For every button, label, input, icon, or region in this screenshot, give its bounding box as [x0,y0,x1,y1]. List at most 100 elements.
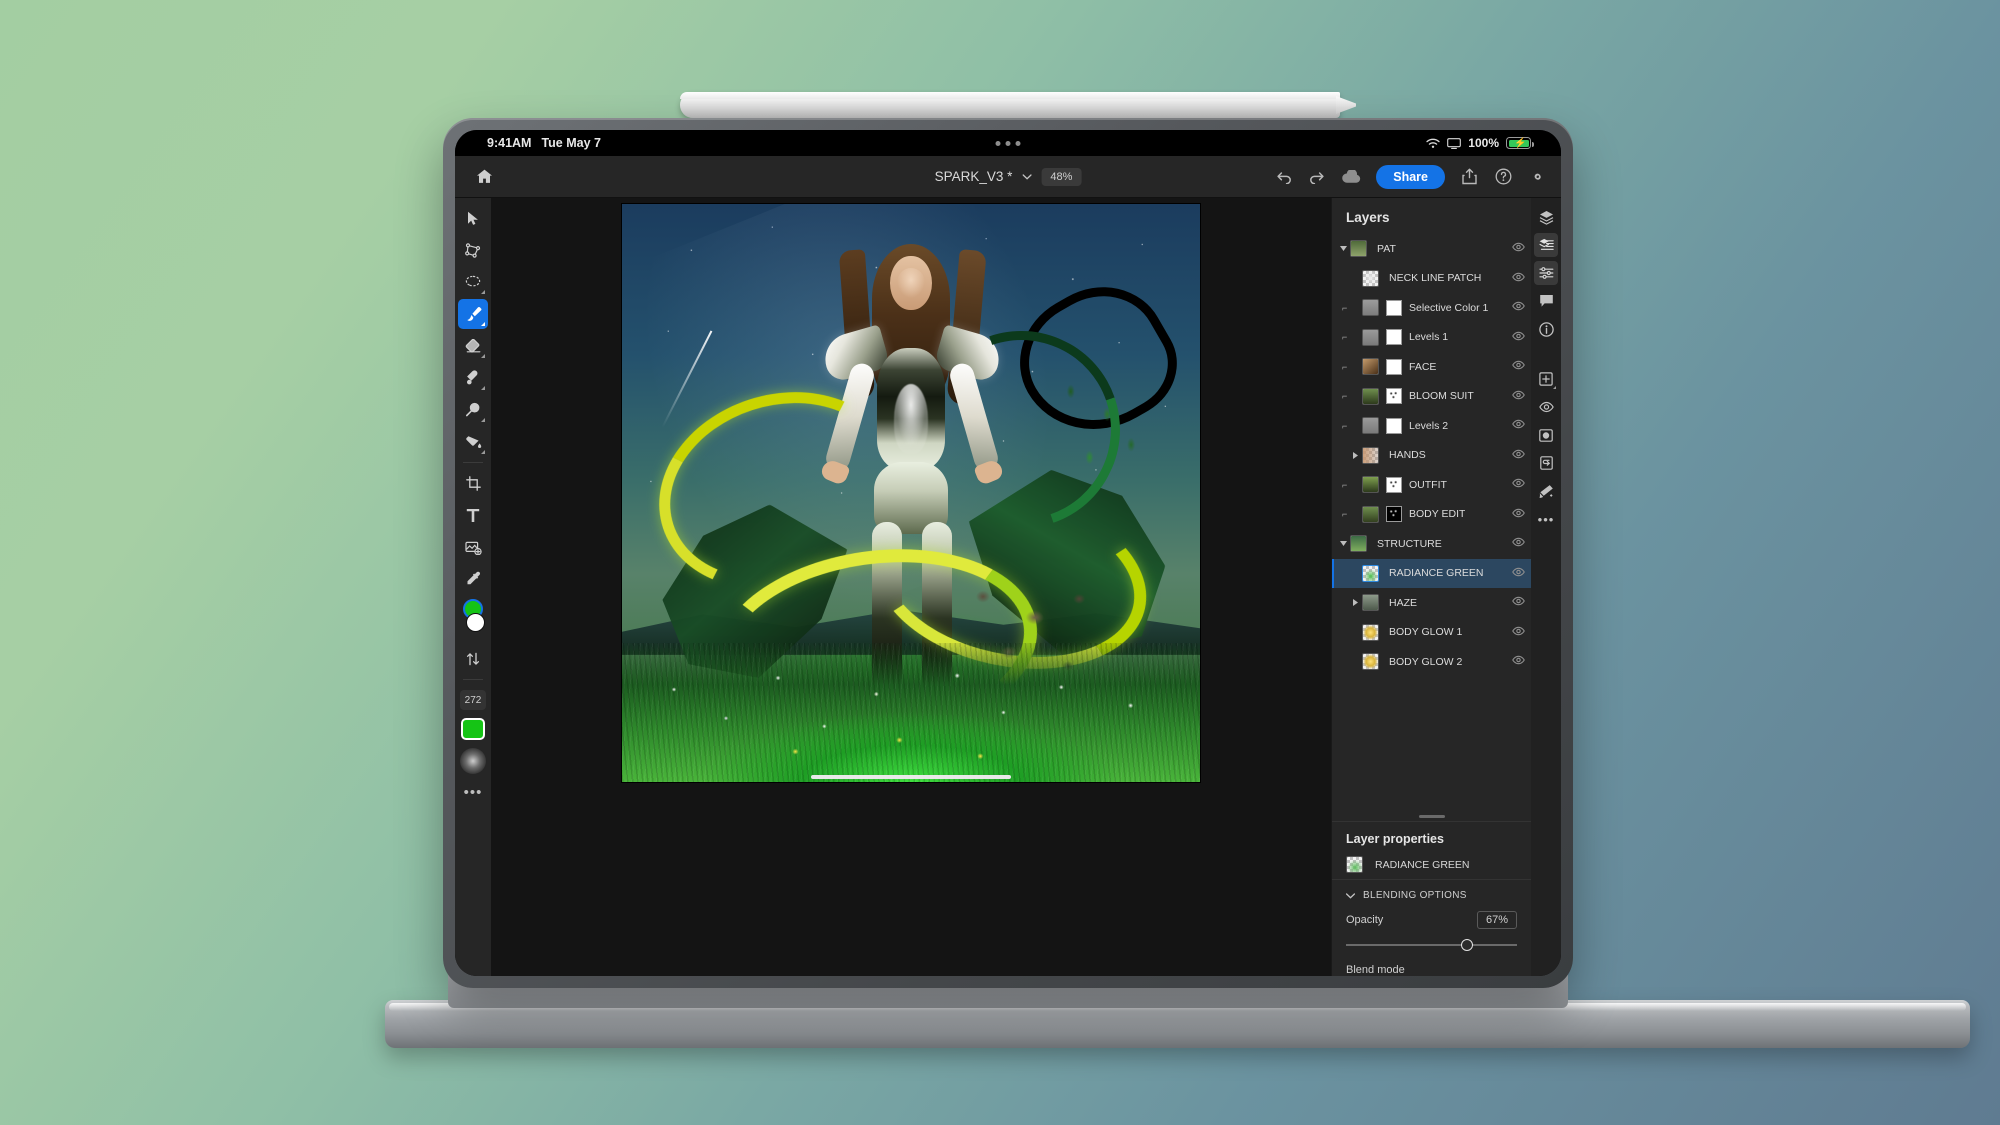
layer-thumbnail[interactable] [1362,476,1379,494]
share-button[interactable]: Share [1376,164,1445,189]
background-color-swatch[interactable] [466,613,485,632]
opacity-slider-knob[interactable] [1460,939,1473,951]
eye-visibility-icon[interactable] [1512,272,1525,285]
layer-thumbnail[interactable] [1362,623,1379,641]
layer-row[interactable]: RADIANCE GREEN [1332,558,1531,588]
clipping-mask-icon[interactable] [1534,451,1558,475]
zoom-level-badge[interactable]: 48% [1041,167,1082,186]
layer-thumbnail[interactable] [1362,594,1379,612]
eye-visibility-icon[interactable] [1512,301,1525,314]
layer-row[interactable]: ⌐ Levels 2 [1332,411,1531,441]
transform-tool[interactable] [458,235,488,265]
layer-mask-thumbnail[interactable] [1386,506,1402,523]
help-icon[interactable] [1494,167,1513,186]
layer-thumbnail[interactable] [1362,328,1379,346]
eraser-tool[interactable] [458,331,488,361]
panel-resize-grip[interactable] [1332,811,1531,821]
eye-visibility-icon[interactable] [1512,478,1525,491]
artboard[interactable] [622,204,1200,782]
crop-tool[interactable] [458,468,488,498]
layer-thumbnail[interactable] [1362,653,1379,671]
layer-thumbnail[interactable] [1362,299,1379,317]
layer-thumbnail[interactable] [1362,387,1379,405]
eye-visibility-icon[interactable] [1512,537,1525,550]
chevron-down-icon[interactable] [1022,173,1032,180]
home-icon[interactable] [473,166,495,188]
layer-row[interactable]: BODY GLOW 1 [1332,618,1531,648]
eye-visibility-icon[interactable] [1512,449,1525,462]
layer-thumbnail[interactable] [1362,564,1379,582]
visibility-eye-icon[interactable] [1534,395,1558,419]
clone-stamp-tool[interactable] [458,363,488,393]
layer-row[interactable]: NECK LINE PATCH [1332,264,1531,294]
eye-visibility-icon[interactable] [1512,390,1525,403]
group-expand-icon[interactable] [1348,451,1362,459]
eye-visibility-icon[interactable] [1512,596,1525,609]
smudge-effects-icon[interactable] [1534,479,1558,503]
canvas-area[interactable] [491,198,1331,976]
layer-thumbnail[interactable] [1362,358,1379,376]
blending-options-header[interactable]: BLENDING OPTIONS [1332,880,1531,901]
more-options-icon[interactable]: ••• [464,784,483,801]
color-swatches[interactable] [458,599,488,643]
layer-row[interactable]: HAZE [1332,588,1531,618]
layers-list[interactable]: PAT NECK LINE PATCH ⌐ Selective Color 1 ⌐ Lev… [1332,234,1531,811]
home-indicator[interactable] [811,775,1011,779]
layer-row[interactable]: ⌐ BLOOM SUIT [1332,382,1531,412]
layer-row[interactable]: ⌐ OUTFIT [1332,470,1531,500]
layer-row[interactable]: ⌐ Selective Color 1 [1332,293,1531,323]
eye-visibility-icon[interactable] [1512,626,1525,639]
layer-thumbnail[interactable] [1362,505,1379,523]
layer-thumbnail[interactable] [1362,446,1379,464]
group-collapse-icon[interactable] [1336,246,1350,252]
layer-row[interactable]: HANDS [1332,441,1531,471]
eye-visibility-icon[interactable] [1512,508,1525,521]
undo-icon[interactable] [1274,167,1293,186]
more-options-icon[interactable]: ••• [1534,507,1558,531]
layer-row[interactable]: BODY GLOW 2 [1332,647,1531,677]
brush-size-value[interactable]: 272 [460,690,486,710]
eye-visibility-icon[interactable] [1512,419,1525,432]
magnifier-tool[interactable] [458,395,488,425]
eye-visibility-icon[interactable] [1512,655,1525,668]
info-icon[interactable] [1534,317,1558,341]
brush-tool[interactable] [458,299,488,329]
layer-thumbnail[interactable] [1350,240,1367,258]
layer-mask-thumbnail[interactable] [1386,299,1402,316]
opacity-slider[interactable] [1346,938,1517,952]
multitasking-dots-icon[interactable] [995,140,1021,146]
eye-visibility-icon[interactable] [1512,360,1525,373]
opacity-value-input[interactable]: 67% [1476,911,1517,929]
layer-mask-thumbnail[interactable] [1386,388,1402,405]
add-layer-icon[interactable] [1534,367,1558,391]
layer-mask-thumbnail[interactable] [1386,329,1402,346]
layer-row[interactable]: ⌐ BODY EDIT [1332,500,1531,530]
swap-colors-icon[interactable] [458,644,488,674]
cloud-icon[interactable] [1342,167,1361,186]
layer-row[interactable]: ⌐ Levels 1 [1332,323,1531,353]
group-expand-icon[interactable] [1348,599,1362,607]
eye-visibility-icon[interactable] [1512,331,1525,344]
layer-thumbnail[interactable] [1362,417,1379,435]
group-collapse-icon[interactable] [1336,541,1350,547]
comment-bubble-icon[interactable] [1534,289,1558,313]
adjustments-sliders-icon[interactable] [1534,261,1558,285]
brush-color-swatch[interactable] [461,718,485,740]
layer-list-icon[interactable] [1534,233,1558,257]
redo-icon[interactable] [1308,167,1327,186]
place-image-tool[interactable] [458,532,488,562]
layer-mask-icon[interactable] [1534,423,1558,447]
eye-visibility-icon[interactable] [1512,567,1525,580]
text-tool[interactable] [458,500,488,530]
eyedropper-tool[interactable] [458,564,488,594]
stylus-pencil[interactable] [680,92,1340,118]
soft-round-brush-icon[interactable] [460,748,486,774]
layers-stack-icon[interactable] [1534,205,1558,229]
lasso-tool[interactable] [458,267,488,297]
eye-visibility-icon[interactable] [1512,242,1525,255]
layer-row[interactable]: ⌐ FACE [1332,352,1531,382]
layer-row[interactable]: STRUCTURE [1332,529,1531,559]
export-icon[interactable] [1460,167,1479,186]
layer-mask-thumbnail[interactable] [1386,358,1402,375]
move-tool[interactable] [458,203,488,233]
